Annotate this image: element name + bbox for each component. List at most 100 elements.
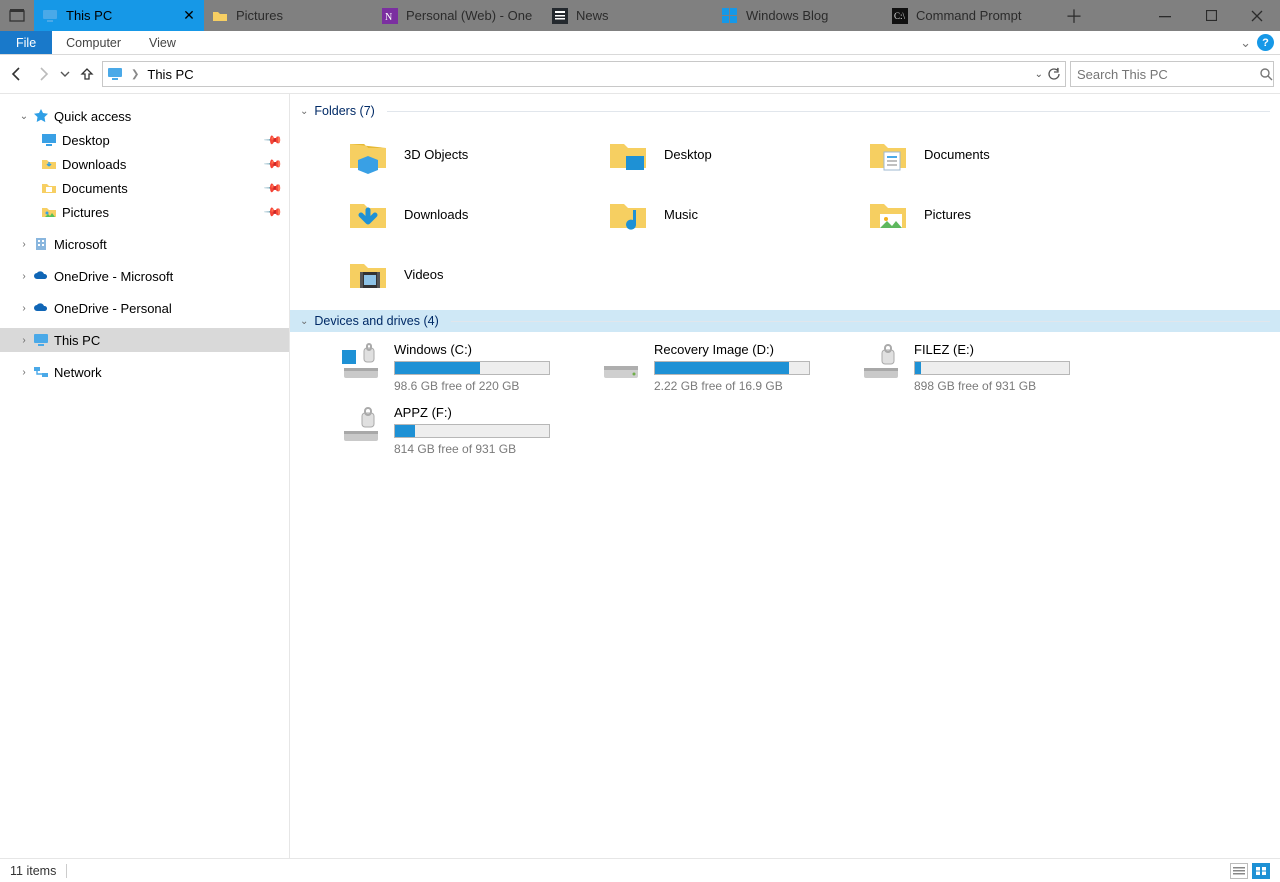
search-input[interactable] xyxy=(1077,67,1253,82)
search-box[interactable] xyxy=(1070,61,1274,87)
folder-3d-icon xyxy=(346,132,390,176)
news-icon xyxy=(552,8,568,24)
folder-documents-icon xyxy=(866,132,910,176)
app-icon xyxy=(0,0,34,31)
svg-text:C:\: C:\ xyxy=(894,11,906,21)
up-button[interactable] xyxy=(76,62,98,86)
window-tabstrip: This PC ✕ Pictures N Personal (Web) - On… xyxy=(0,0,1280,31)
folder-videos[interactable]: Videos xyxy=(346,252,606,296)
tab-label: Command Prompt xyxy=(916,8,1046,23)
new-tab-button[interactable]: ＋ xyxy=(1054,0,1094,31)
drive-capacity-bar xyxy=(394,424,550,438)
desktop-icon xyxy=(40,132,58,148)
tree-item-downloads[interactable]: Downloads 📌 xyxy=(0,152,289,176)
onedrive-icon xyxy=(32,300,50,316)
recent-locations-button[interactable] xyxy=(58,62,72,86)
folder-desktop-icon xyxy=(606,132,650,176)
file-menu[interactable]: File xyxy=(0,31,52,54)
folder-pictures[interactable]: Pictures xyxy=(866,192,1126,236)
drive-icon xyxy=(600,342,644,386)
view-large-icons-button[interactable] xyxy=(1252,863,1270,879)
divider xyxy=(387,111,1270,112)
chevron-right-icon[interactable]: › xyxy=(16,367,32,378)
drive-free-text: 898 GB free of 931 GB xyxy=(914,379,1074,393)
address-dropdown-icon[interactable]: ⌄ xyxy=(1035,69,1043,80)
tree-quick-access[interactable]: ⌄ Quick access xyxy=(0,104,289,128)
content-pane: ⌄ Folders (7) 3D Objects Desktop Documen… xyxy=(290,94,1280,858)
chevron-right-icon[interactable]: › xyxy=(16,303,32,314)
folder-label: Documents xyxy=(924,147,990,162)
view-details-button[interactable] xyxy=(1230,863,1248,879)
folder-label: Pictures xyxy=(924,207,971,222)
drive-capacity-bar xyxy=(914,361,1070,375)
tree-item-desktop[interactable]: Desktop 📌 xyxy=(0,128,289,152)
tab-news[interactable]: News xyxy=(544,0,714,31)
drive-filez-e[interactable]: FILEZ (E:) 898 GB free of 931 GB xyxy=(860,342,1120,393)
help-icon[interactable]: ? xyxy=(1257,34,1274,51)
tab-label: Windows Blog xyxy=(746,8,876,23)
chevron-down-icon: ⌄ xyxy=(300,316,308,327)
status-item-count: 11 items xyxy=(10,864,56,878)
refresh-icon[interactable] xyxy=(1047,67,1061,81)
chevron-down-icon[interactable]: ⌄ xyxy=(16,111,32,122)
tree-microsoft[interactable]: › Microsoft xyxy=(0,232,289,256)
chevron-down-icon: ⌄ xyxy=(300,106,308,117)
bitlocker-drive-icon xyxy=(340,405,384,449)
forward-button[interactable] xyxy=(32,62,54,86)
drive-free-text: 814 GB free of 931 GB xyxy=(394,442,554,456)
tab-this-pc[interactable]: This PC ✕ xyxy=(34,0,204,31)
chevron-right-icon: ❯ xyxy=(129,69,141,80)
group-header-drives[interactable]: ⌄ Devices and drives (4) xyxy=(290,310,1280,332)
tab-pictures[interactable]: Pictures xyxy=(204,0,374,31)
documents-icon xyxy=(40,180,58,196)
pin-icon: 📌 xyxy=(263,154,283,174)
chevron-right-icon[interactable]: › xyxy=(16,335,32,346)
folder-desktop[interactable]: Desktop xyxy=(606,132,866,176)
tree-network[interactable]: › Network xyxy=(0,360,289,384)
drive-windows-c[interactable]: Windows (C:) 98.6 GB free of 220 GB xyxy=(340,342,600,393)
maximize-button[interactable] xyxy=(1188,0,1234,31)
drive-recovery-d[interactable]: Recovery Image (D:) 2.22 GB free of 16.9… xyxy=(600,342,860,393)
chevron-right-icon[interactable]: › xyxy=(16,239,32,250)
svg-text:N: N xyxy=(385,12,392,23)
tab-label: Pictures xyxy=(236,8,366,23)
drive-free-text: 2.22 GB free of 16.9 GB xyxy=(654,379,814,393)
tree-item-pictures[interactable]: Pictures 📌 xyxy=(0,200,289,224)
status-bar: 11 items xyxy=(0,858,1280,882)
minimize-button[interactable] xyxy=(1142,0,1188,31)
tab-label: News xyxy=(576,8,706,23)
tab-onenote[interactable]: N Personal (Web) - One xyxy=(374,0,544,31)
tree-onedrive-personal[interactable]: › OneDrive - Personal xyxy=(0,296,289,320)
search-icon[interactable] xyxy=(1259,67,1273,81)
folder-label: Downloads xyxy=(404,207,468,222)
folder-documents[interactable]: Documents xyxy=(866,132,1126,176)
folder-label: Desktop xyxy=(664,147,712,162)
folder-music-icon xyxy=(606,192,650,236)
onedrive-icon xyxy=(32,268,50,284)
close-button[interactable] xyxy=(1234,0,1280,31)
tree-this-pc[interactable]: › This PC xyxy=(0,328,289,352)
tab-close-icon[interactable]: ✕ xyxy=(182,7,196,24)
ribbon-tab-view[interactable]: View xyxy=(135,31,190,54)
folder-label: Videos xyxy=(404,267,444,282)
ribbon-expand-icon[interactable]: ⌄ xyxy=(1240,35,1251,51)
folder-music[interactable]: Music xyxy=(606,192,866,236)
ribbon-tab-computer[interactable]: Computer xyxy=(52,31,135,54)
group-header-folders[interactable]: ⌄ Folders (7) xyxy=(290,100,1280,122)
group-title: Devices and drives (4) xyxy=(314,314,438,328)
back-button[interactable] xyxy=(6,62,28,86)
tab-cmd[interactable]: C:\ Command Prompt xyxy=(884,0,1054,31)
divider xyxy=(451,321,1270,322)
folder-downloads-icon xyxy=(346,192,390,236)
tab-label: Personal (Web) - One xyxy=(406,8,536,23)
folder-3d-objects[interactable]: 3D Objects xyxy=(346,132,606,176)
tree-onedrive-ms[interactable]: › OneDrive - Microsoft xyxy=(0,264,289,288)
breadcrumb-location[interactable]: This PC xyxy=(147,67,193,82)
pin-icon: 📌 xyxy=(263,178,283,198)
drive-appz-f[interactable]: APPZ (F:) 814 GB free of 931 GB xyxy=(340,405,600,456)
address-bar[interactable]: ❯ This PC ⌄ xyxy=(102,61,1066,87)
tab-windows-blog[interactable]: Windows Blog xyxy=(714,0,884,31)
tree-item-documents[interactable]: Documents 📌 xyxy=(0,176,289,200)
chevron-right-icon[interactable]: › xyxy=(16,271,32,282)
folder-downloads[interactable]: Downloads xyxy=(346,192,606,236)
